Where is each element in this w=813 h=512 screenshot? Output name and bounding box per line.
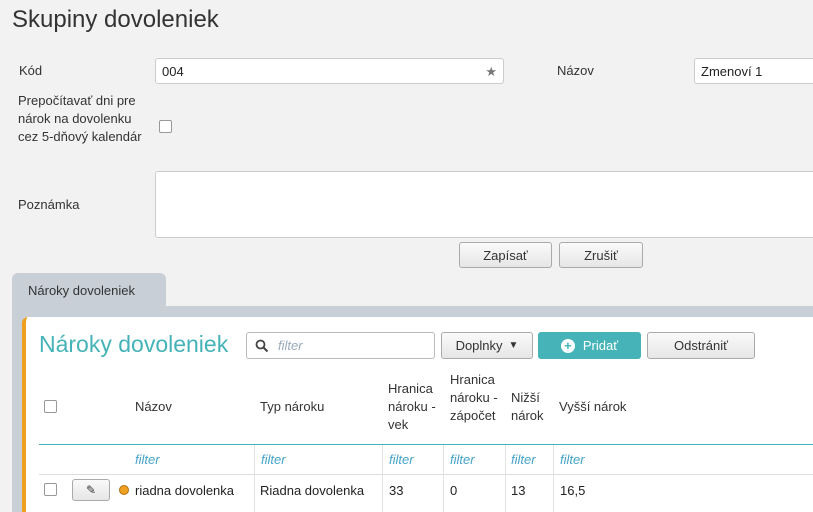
tab-naroky-dovoleniek[interactable]: Nároky dovoleniek <box>12 273 166 307</box>
filter-vyssi[interactable]: filter <box>560 452 585 467</box>
col-nazov[interactable]: Názov <box>135 398 172 416</box>
row-zapocet: 0 <box>450 483 458 498</box>
col-hranica-vek[interactable]: Hranica nároku - vek <box>388 380 443 434</box>
add-button[interactable]: + Pridať <box>538 332 641 359</box>
poznamka-label: Poznámka <box>18 197 80 212</box>
header-divider <box>39 444 813 445</box>
edit-button[interactable]: ✎ <box>72 479 110 501</box>
page-title: Skupiny dovoleniek <box>12 6 219 33</box>
search-icon <box>255 339 269 353</box>
filter-typ[interactable]: filter <box>261 452 286 467</box>
kod-label: Kód <box>19 63 43 78</box>
recalc-label: Prepočítavať dni pre nárok na dovolenku … <box>18 93 142 144</box>
plus-icon: + <box>560 338 575 353</box>
filter-vek[interactable]: filter <box>389 452 414 467</box>
col-separator <box>254 445 255 512</box>
filter-nazov[interactable]: filter <box>135 452 160 467</box>
filter-zapocet[interactable]: filter <box>450 452 475 467</box>
kod-value: 004 <box>162 63 184 79</box>
col-vyssi-narok[interactable]: Vyšší nárok <box>559 398 626 416</box>
col-separator <box>553 445 554 512</box>
search-input[interactable]: filter <box>246 332 435 359</box>
save-button[interactable]: Zapísať <box>459 242 552 268</box>
star-icon[interactable]: ★ <box>485 64 497 80</box>
filter-divider <box>39 474 813 475</box>
col-typ-naroku[interactable]: Typ nároku <box>260 398 324 416</box>
panel-title: Nároky dovoleniek <box>39 331 229 357</box>
caret-down-icon: ▼ <box>508 340 519 351</box>
row-vyssi: 16,5 <box>560 483 586 498</box>
col-separator <box>382 445 383 512</box>
remove-button[interactable]: Odstrániť <box>647 332 755 359</box>
row-nizsi: 13 <box>511 483 526 498</box>
row-checkbox[interactable] <box>44 483 57 496</box>
pencil-icon: ✎ <box>85 483 97 497</box>
col-hranica-zapocet[interactable]: Hranica nároku - zápočet <box>450 371 505 425</box>
col-separator <box>505 445 506 512</box>
naroky-panel: Nároky dovoleniek filter Doplnky ▼ + Pri… <box>22 317 813 512</box>
nazov-value: Zmenoví 1 <box>701 63 763 79</box>
kod-field[interactable]: 004 ★ <box>155 58 504 84</box>
add-label: Pridať <box>582 338 619 353</box>
search-placeholder: filter <box>278 338 303 353</box>
nazov-field[interactable]: Zmenoví 1 <box>694 58 813 84</box>
filter-nizsi[interactable]: filter <box>511 452 536 467</box>
row-typ: Riadna dovolenka <box>260 483 365 498</box>
select-all-checkbox[interactable] <box>44 400 57 413</box>
doplnky-dropdown[interactable]: Doplnky ▼ <box>441 332 533 359</box>
nazov-label: Názov <box>557 63 594 78</box>
poznamka-textarea[interactable] <box>155 171 813 238</box>
col-separator <box>443 445 444 512</box>
recalc-checkbox[interactable] <box>159 120 172 133</box>
row-vek: 33 <box>389 483 404 498</box>
doplnky-label: Doplnky <box>455 338 503 353</box>
col-nizsi-narok[interactable]: Nižší nárok <box>511 389 553 425</box>
cancel-button[interactable]: Zrušiť <box>559 242 643 268</box>
status-dot <box>119 485 129 495</box>
row-nazov: riadna dovolenka <box>135 483 235 498</box>
